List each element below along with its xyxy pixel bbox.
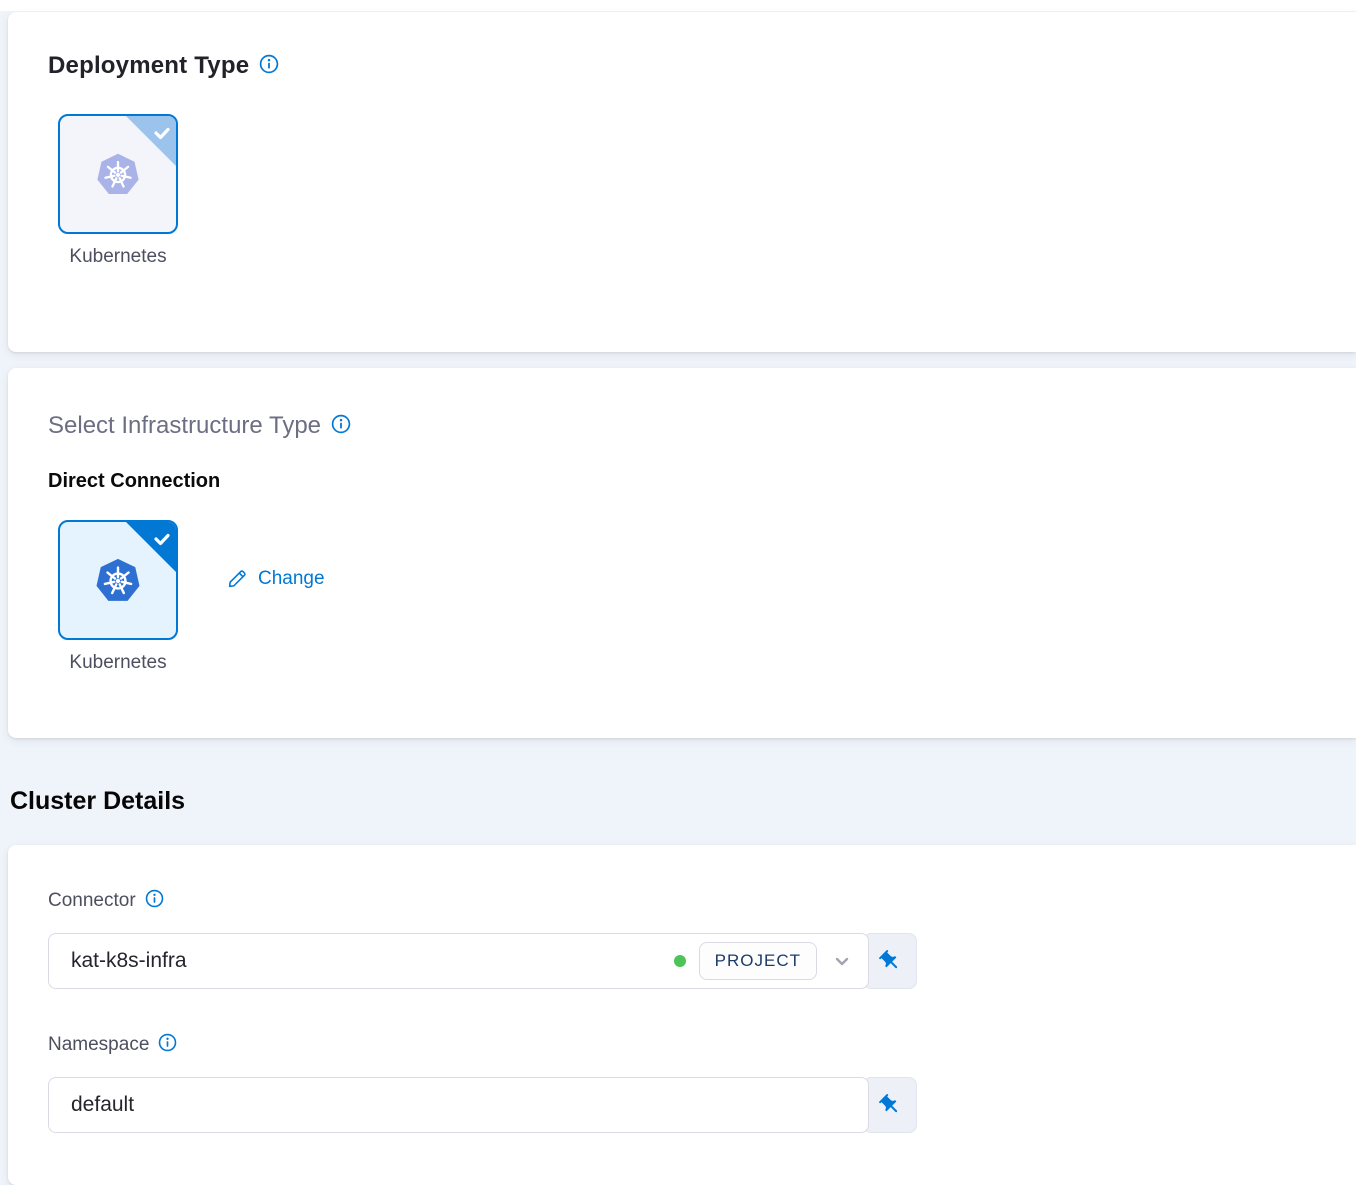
info-icon[interactable] xyxy=(259,54,279,79)
infrastructure-card-label: Kubernetes xyxy=(69,652,166,674)
check-icon xyxy=(151,528,173,550)
deployment-type-card-label: Kubernetes xyxy=(69,246,166,268)
kubernetes-icon xyxy=(95,151,141,197)
connector-pin-button[interactable] xyxy=(863,933,917,989)
connector-input[interactable] xyxy=(69,948,674,974)
pencil-icon xyxy=(226,568,248,590)
infrastructure-card-kubernetes[interactable] xyxy=(58,520,178,640)
namespace-field[interactable] xyxy=(48,1077,869,1133)
connector-status-dot xyxy=(674,955,686,967)
deployment-type-panel: Deployment Type xyxy=(8,12,1356,352)
kubernetes-icon xyxy=(94,556,142,604)
namespace-input[interactable] xyxy=(69,1092,854,1118)
cluster-details-panel: Connector PROJECT xyxy=(8,845,1356,1185)
connector-scope-badge: PROJECT xyxy=(699,942,817,980)
namespace-pin-button[interactable] xyxy=(863,1077,917,1133)
connector-field[interactable]: PROJECT xyxy=(48,933,869,989)
direct-connection-label: Direct Connection xyxy=(48,470,1356,493)
change-button[interactable]: Change xyxy=(226,568,325,590)
pin-icon xyxy=(873,944,907,978)
change-label: Change xyxy=(258,568,325,590)
info-icon[interactable] xyxy=(145,889,164,913)
info-icon[interactable] xyxy=(158,1033,177,1057)
check-icon xyxy=(151,122,173,144)
connector-label: Connector xyxy=(48,890,136,912)
namespace-label: Namespace xyxy=(48,1034,149,1056)
infrastructure-title: Select Infrastructure Type xyxy=(48,412,321,440)
deployment-type-title: Deployment Type xyxy=(48,52,249,80)
infrastructure-panel: Select Infrastructure Type Direct Connec… xyxy=(8,368,1356,738)
top-divider-strip xyxy=(0,0,1356,11)
chevron-down-icon[interactable] xyxy=(830,949,854,973)
pin-icon xyxy=(873,1088,907,1122)
cluster-details-heading: Cluster Details xyxy=(10,787,185,816)
deployment-type-card-kubernetes[interactable] xyxy=(58,114,178,234)
info-icon[interactable] xyxy=(331,414,351,439)
